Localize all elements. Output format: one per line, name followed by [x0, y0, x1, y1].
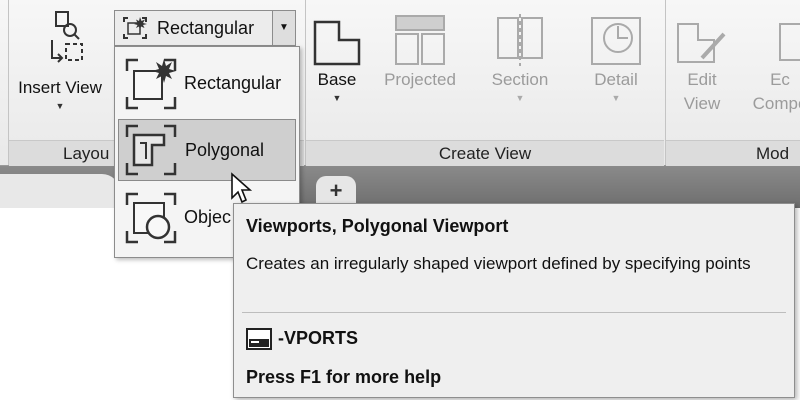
command-line-icon — [246, 328, 272, 350]
polygonal-viewport-icon — [124, 123, 178, 177]
edit-view-icon — [674, 14, 730, 68]
rectangular-viewport-icon — [124, 57, 178, 111]
edit-components-button[interactable]: Ec Compo — [740, 14, 800, 116]
insert-view-label: Insert View — [18, 78, 102, 97]
create-view-panel-label: Create View — [438, 144, 532, 163]
layout-panel-label: Layou — [63, 144, 110, 163]
insert-view-icon — [32, 6, 88, 76]
edit-view-label-line2: View — [683, 94, 721, 113]
viewport-split-button-arrow-icon[interactable]: ▼ — [272, 11, 295, 45]
section-caret-icon: ▼ — [515, 93, 525, 103]
detail-view-icon — [588, 14, 644, 68]
edit-components-label-line2: Compo — [752, 94, 800, 113]
detail-caret-icon: ▼ — [611, 93, 621, 103]
tooltip-description: Creates an irregularly shaped viewport d… — [246, 254, 751, 273]
section-view-icon — [492, 14, 548, 68]
tooltip: Viewports, Polygonal Viewport Creates an… — [233, 203, 795, 398]
tooltip-title: Viewports, Polygonal Viewport — [246, 216, 509, 236]
rectangular-viewport-small-icon — [121, 15, 149, 41]
base-view-icon — [309, 14, 365, 68]
insert-view-button[interactable]: Insert View ▼ — [8, 6, 112, 112]
base-view-button[interactable]: Base ▼ — [305, 14, 369, 104]
base-caret-icon: ▼ — [332, 93, 342, 103]
edit-components-label-line1: Ec — [770, 70, 790, 89]
detail-view-button[interactable]: Detail ▼ — [578, 14, 654, 104]
detail-view-label: Detail — [594, 70, 638, 89]
insert-view-caret-icon: ▼ — [55, 101, 65, 111]
edit-view-button[interactable]: Edit View — [670, 14, 734, 116]
object-viewport-icon — [124, 191, 178, 245]
layout-tab[interactable] — [0, 174, 120, 208]
mouse-cursor-icon — [230, 172, 254, 206]
tooltip-command: -VPORTS — [278, 328, 359, 348]
dropdown-item-polygonal[interactable]: Polygonal — [118, 119, 296, 181]
tooltip-divider — [242, 312, 786, 313]
dropdown-item-label: Rectangular — [184, 73, 282, 93]
section-view-label: Section — [491, 70, 549, 89]
edit-components-icon — [752, 14, 800, 68]
dropdown-item-rectangular[interactable]: Rectangular — [118, 53, 296, 115]
modify-panel-label: Mod — [756, 144, 790, 163]
projected-view-icon — [392, 14, 448, 68]
projected-view-label: Projected — [384, 70, 456, 89]
modify-panel-title[interactable]: Mod — [666, 140, 800, 166]
tooltip-help: Press F1 for more help — [246, 367, 442, 387]
viewport-split-button-label: Rectangular — [157, 18, 255, 38]
viewport-split-button[interactable]: Rectangular ▼ — [114, 10, 296, 46]
edit-view-label-line1: Edit — [687, 70, 717, 89]
projected-view-button[interactable]: Projected — [372, 14, 468, 92]
dropdown-item-label: Objec — [184, 207, 232, 227]
create-view-panel-title[interactable]: Create View — [306, 140, 664, 166]
dropdown-item-label: Polygonal — [185, 140, 265, 160]
base-view-label: Base — [317, 70, 357, 89]
section-view-button[interactable]: Section ▼ — [480, 14, 560, 104]
